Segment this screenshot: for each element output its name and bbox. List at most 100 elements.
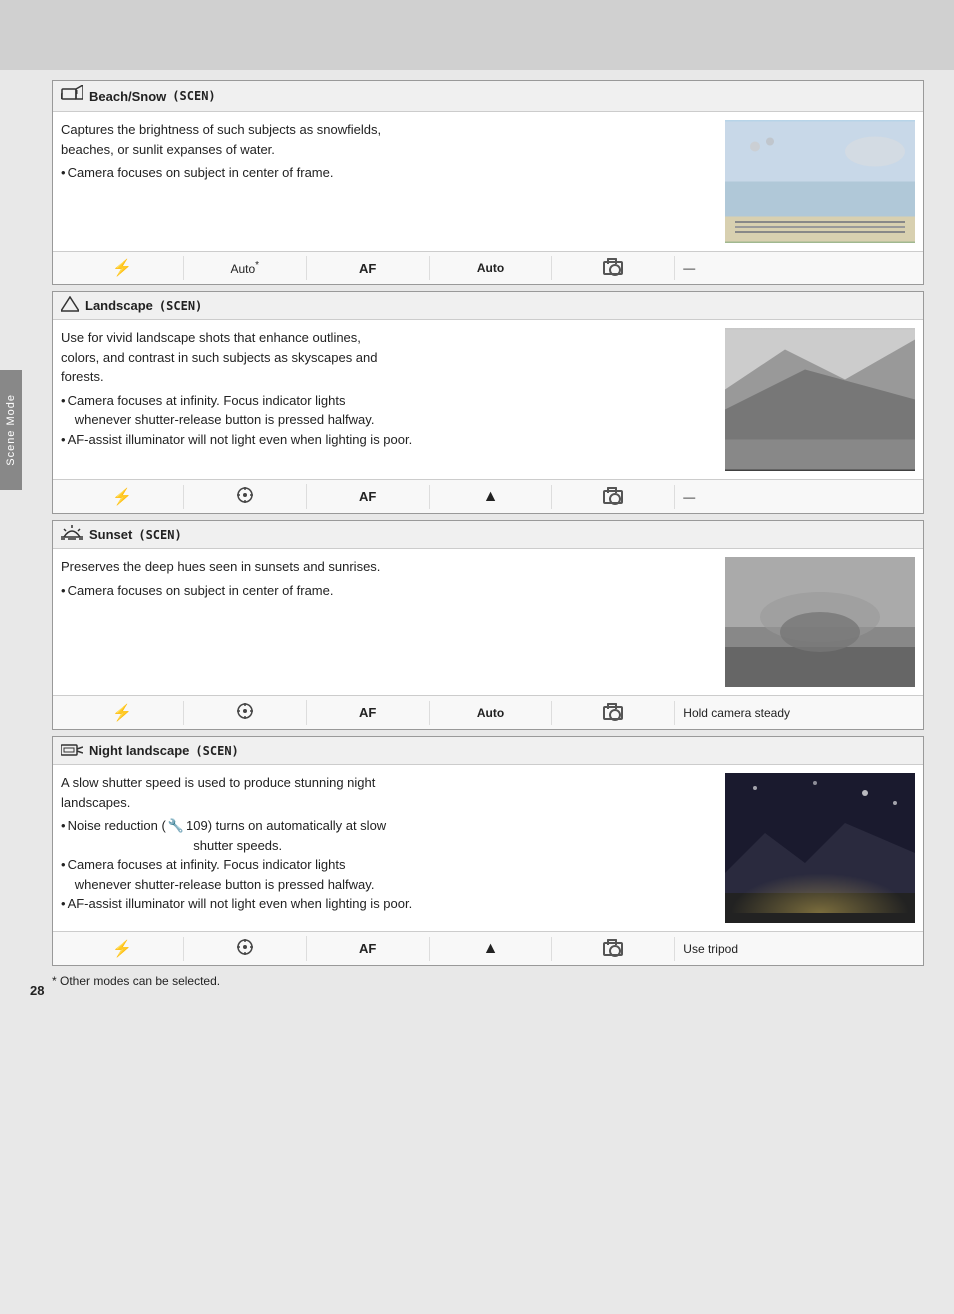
tripod-cell: — xyxy=(675,256,915,280)
flash-icon: ⚡ xyxy=(112,258,132,278)
night-landscape-photo xyxy=(725,773,915,923)
af-label: AF xyxy=(359,261,376,276)
night-landscape-code: (SCEN) xyxy=(195,744,238,758)
beach-snow-code: (SCEN) xyxy=(172,89,215,103)
night-af-label: AF xyxy=(359,941,376,956)
night-icon-svg xyxy=(61,741,83,757)
sunset-tripod-value: Hold camera steady xyxy=(683,706,790,720)
noise-icon-inline: 🔧 xyxy=(168,816,184,855)
night-wb-cell xyxy=(184,936,307,961)
landscape-body: Use for vivid landscape shots that enhan… xyxy=(53,320,923,479)
sunset-header: Sunset (SCEN) xyxy=(53,521,923,549)
beach-snow-section: Beach/Snow (SCEN) Captures the brightnes… xyxy=(52,80,924,285)
sunset-flash-cell: ⚡ xyxy=(61,701,184,725)
landscape-text: Use for vivid landscape shots that enhan… xyxy=(61,328,717,471)
beach-snow-header: Beach/Snow (SCEN) xyxy=(53,81,923,112)
sunset-body: Preserves the deep hues seen in sunsets … xyxy=(53,549,923,695)
content-area: Beach/Snow (SCEN) Captures the brightnes… xyxy=(0,0,954,1018)
sunset-af-label: AF xyxy=(359,705,376,720)
night-noise-cell xyxy=(552,937,675,961)
beach-snow-title: Beach/Snow xyxy=(89,89,166,104)
night-mountain-icon: ▲ xyxy=(483,940,499,958)
scene-mode-tab: Scene Mode xyxy=(0,370,22,490)
beach-snow-bullet-1: Camera focuses on subject in center of f… xyxy=(61,163,717,183)
night-landscape-section: Night landscape (SCEN) A slow shutter sp… xyxy=(52,736,924,966)
night-camera-icon xyxy=(603,942,623,956)
focus-point-cell: Auto xyxy=(430,256,553,280)
landscape-focus-mode-cell: AF xyxy=(307,485,430,509)
sunset-tripod-cell: Hold camera steady xyxy=(675,701,915,725)
beach-snow-body: Captures the brightness of such subjects… xyxy=(53,112,923,251)
landscape-image xyxy=(725,328,915,471)
wb-icon-svg xyxy=(236,486,254,504)
landscape-flash-icon: ⚡ xyxy=(112,487,132,507)
wb-value: Auto* xyxy=(230,260,259,276)
beach-snow-photo xyxy=(725,120,915,243)
landscape-description: Use for vivid landscape shots that enhan… xyxy=(61,328,717,387)
night-bullet-1: Noise reduction (🔧 109) turns on automat… xyxy=(61,816,717,855)
night-landscape-settings: ⚡ AF ▲ xyxy=(53,931,923,965)
landscape-bullet-2: AF-assist illuminator will not light eve… xyxy=(61,430,717,450)
night-landscape-text: A slow shutter speed is used to produce … xyxy=(61,773,717,923)
sunset-icon xyxy=(61,525,83,544)
wb-cell: Auto* xyxy=(184,256,307,280)
sunset-settings: ⚡ AF Auto xyxy=(53,695,923,729)
sunset-scene-svg xyxy=(725,557,915,687)
landscape-code: (SCEN) xyxy=(159,299,202,313)
beach-snow-text: Captures the brightness of such subjects… xyxy=(61,120,717,243)
night-wb-icon xyxy=(236,938,254,959)
noise-cell xyxy=(552,256,675,280)
beach-snow-settings: ⚡ Auto* AF Auto — xyxy=(53,251,923,284)
sunset-description: Preserves the deep hues seen in sunsets … xyxy=(61,557,717,577)
focus-mode-cell: AF xyxy=(307,256,430,280)
night-flash-cell: ⚡ xyxy=(61,937,184,961)
footnote: * Other modes can be selected. xyxy=(52,974,924,988)
landscape-bullet-1: Camera focuses at infinity. Focus indica… xyxy=(61,391,717,430)
camera-icon xyxy=(603,261,623,275)
sunset-bullet-1: Camera focuses on subject in center of f… xyxy=(61,581,717,601)
landscape-title: Landscape xyxy=(85,298,153,313)
night-tripod-cell: Use tripod xyxy=(675,937,915,961)
sunset-wb-icon-svg xyxy=(236,702,254,720)
landscape-header: Landscape (SCEN) xyxy=(53,292,923,320)
sunset-flash-icon: ⚡ xyxy=(112,703,132,723)
scene-mode-label: Scene Mode xyxy=(5,394,17,466)
sunset-focus-value: Auto xyxy=(477,706,504,720)
sunset-image xyxy=(725,557,915,687)
sunset-section: Sunset (SCEN) Preserves the deep hues se… xyxy=(52,520,924,730)
tripod-value: — xyxy=(683,261,695,275)
sunset-focus-mode-cell: AF xyxy=(307,701,430,725)
beach-snow-description: Captures the brightness of such subjects… xyxy=(61,120,717,159)
night-focus-point-cell: ▲ xyxy=(430,937,553,961)
focus-point-value: Auto xyxy=(477,261,504,275)
landscape-camera-icon xyxy=(603,490,623,504)
beach-scene-svg xyxy=(725,120,915,243)
night-wb-icon-svg xyxy=(236,938,254,956)
beach-icon-svg xyxy=(61,85,83,103)
night-bullet-3: AF-assist illuminator will not light eve… xyxy=(61,894,717,914)
sunset-wb-cell xyxy=(184,700,307,725)
landscape-tripod-cell: — xyxy=(675,485,915,509)
landscape-icon xyxy=(61,296,79,315)
landscape-wb-cell xyxy=(184,484,307,509)
beach-snow-image xyxy=(725,120,915,243)
landscape-section: Landscape (SCEN) Use for vivid landscape… xyxy=(52,291,924,514)
night-scene-svg xyxy=(725,773,915,923)
flash-cell: ⚡ xyxy=(61,256,184,280)
sunset-wb-icon xyxy=(236,702,254,723)
beach-snow-icon xyxy=(61,85,83,107)
landscape-icon-svg xyxy=(61,296,79,312)
landscape-wb-icon xyxy=(236,486,254,507)
sunset-code: (SCEN) xyxy=(138,528,181,542)
night-landscape-icon xyxy=(61,741,83,760)
sunset-icon-svg xyxy=(61,525,83,541)
landscape-mountain-icon: ▲ xyxy=(483,488,499,506)
sunset-photo xyxy=(725,557,915,687)
sunset-noise-cell xyxy=(552,701,675,725)
sunset-focus-point-cell: Auto xyxy=(430,701,553,725)
landscape-flash-cell: ⚡ xyxy=(61,485,184,509)
sunset-text: Preserves the deep hues seen in sunsets … xyxy=(61,557,717,687)
landscape-tripod-value: — xyxy=(683,490,695,504)
night-flash-icon: ⚡ xyxy=(112,939,132,959)
night-landscape-body: A slow shutter speed is used to produce … xyxy=(53,765,923,931)
